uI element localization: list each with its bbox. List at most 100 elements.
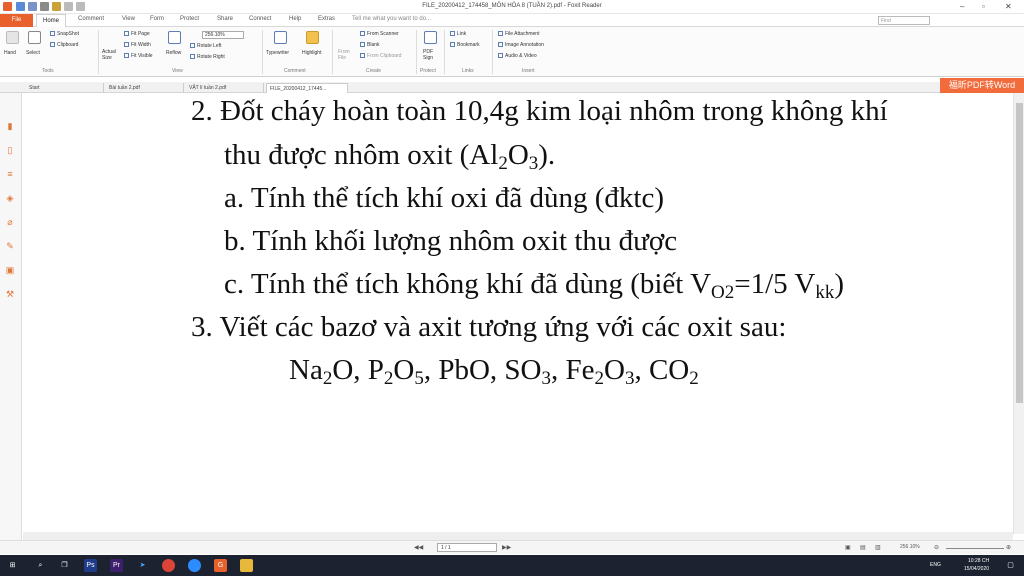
tab-comment[interactable]: Comment bbox=[78, 16, 104, 22]
pages-panel-icon[interactable]: ▯ bbox=[5, 145, 15, 155]
chrome-icon[interactable] bbox=[162, 559, 175, 572]
tell-me-search[interactable]: Tell me what you want to do... bbox=[352, 16, 431, 22]
pdf-to-word-button[interactable]: 福昕PDF转Word bbox=[940, 78, 1024, 93]
security-panel-icon[interactable]: ▣ bbox=[5, 265, 15, 275]
rotate-left-button[interactable]: Rotate Left bbox=[190, 43, 221, 49]
from-file-button[interactable]: From File bbox=[338, 49, 352, 61]
fit-width-button[interactable]: Fit Width bbox=[124, 42, 151, 48]
tab-extras[interactable]: Extras bbox=[318, 16, 335, 22]
zoom-app-icon[interactable] bbox=[188, 559, 201, 572]
fit-page-button[interactable]: Fit Page bbox=[124, 31, 150, 37]
hand-button[interactable]: Hand bbox=[4, 50, 16, 56]
scroll-thumb[interactable] bbox=[1016, 103, 1023, 403]
windows-start-icon[interactable]: ⊞ bbox=[6, 559, 19, 572]
search-icon[interactable]: ⌕ bbox=[34, 559, 47, 572]
minimize-icon[interactable]: – bbox=[960, 2, 964, 11]
pdf-sign-button[interactable]: PDF Sign bbox=[423, 49, 437, 61]
layers-panel-icon[interactable]: ◈ bbox=[5, 193, 15, 203]
bookmark-panel-icon[interactable]: ▮ bbox=[5, 121, 15, 131]
scanner-icon bbox=[360, 31, 365, 37]
clipboard-icon bbox=[50, 42, 55, 48]
page-number-input[interactable]: 1 / 1 bbox=[437, 543, 497, 552]
continuous-page-icon[interactable]: ▤ bbox=[860, 544, 866, 551]
fit-visible-button[interactable]: Fit Visible bbox=[124, 53, 153, 59]
rotate-left-label: Rotate Left bbox=[197, 43, 222, 49]
single-page-icon[interactable]: ▣ bbox=[845, 544, 851, 551]
image-annotation-button[interactable]: Image Annotation bbox=[498, 42, 544, 48]
tab-home[interactable]: Home bbox=[36, 14, 66, 27]
tab-share[interactable]: Share bbox=[217, 16, 233, 22]
tab-connect[interactable]: Connect bbox=[249, 16, 271, 22]
bookmark-button[interactable]: Bookmark bbox=[450, 42, 480, 48]
tab-document[interactable]: Bài tuần 2.pdf bbox=[106, 83, 184, 93]
file-attachment-button[interactable]: File Attachment bbox=[498, 31, 539, 37]
question-2c: c. Tính thể tích không khí đã dùng (biết… bbox=[224, 268, 845, 303]
actual-size-button[interactable]: Actual Size bbox=[102, 49, 118, 61]
file-explorer-icon[interactable] bbox=[240, 559, 253, 572]
task-view-icon[interactable]: ❐ bbox=[58, 559, 71, 572]
group-comment: Comment bbox=[284, 68, 306, 74]
highlight-button[interactable]: Highlight bbox=[302, 50, 321, 56]
tab-start[interactable]: Start bbox=[26, 83, 104, 93]
question-2-continued: thu được nhôm oxit (Al2O3). bbox=[224, 139, 556, 174]
maximize-icon[interactable]: ▫ bbox=[982, 2, 985, 11]
reflow-button[interactable]: Reflow bbox=[166, 50, 181, 56]
zoom-slider[interactable] bbox=[946, 548, 1004, 549]
tools-panel-icon[interactable]: ⚒ bbox=[5, 289, 15, 299]
first-page-icon[interactable]: ◀◀ bbox=[414, 544, 423, 551]
clock-date[interactable]: 15/04/2020 bbox=[964, 566, 989, 572]
zoom-select[interactable]: 256.10% bbox=[202, 31, 244, 39]
from-scanner-label: From Scanner bbox=[367, 31, 399, 37]
blank-page-icon bbox=[360, 42, 365, 48]
find-input[interactable]: Find bbox=[878, 16, 930, 25]
group-tools: Tools bbox=[42, 68, 54, 74]
comments-panel-icon[interactable]: ≡ bbox=[5, 169, 15, 179]
bookmark-icon bbox=[450, 42, 455, 48]
snapshot-button[interactable]: SnapShot bbox=[50, 31, 79, 37]
video-icon bbox=[498, 53, 503, 59]
zoom-in-icon[interactable]: ⊕ bbox=[1006, 544, 1011, 551]
app-arrow-icon[interactable]: ➤ bbox=[136, 559, 149, 572]
tab-view[interactable]: View bbox=[122, 16, 135, 22]
clipboard-button[interactable]: Clipboard bbox=[50, 42, 78, 48]
group-links: Links bbox=[462, 68, 474, 74]
tab-document[interactable]: VẬT lí tuần 2.pdf bbox=[186, 83, 264, 93]
clock-time[interactable]: 10:28 CH bbox=[968, 558, 989, 564]
tab-protect[interactable]: Protect bbox=[180, 16, 199, 22]
window-title: FILE_20200412_174458_MÔN HÓA 8 (TUẦN 2).… bbox=[422, 3, 602, 9]
question-2: 2. Đốt cháy hoàn toàn 10,4g kim loại nhô… bbox=[191, 95, 888, 127]
facing-page-icon[interactable]: ▥ bbox=[875, 544, 881, 551]
audio-video-button[interactable]: Audio & Video bbox=[498, 53, 537, 59]
image-icon bbox=[498, 42, 503, 48]
photoshop-icon[interactable]: Ps bbox=[84, 559, 97, 572]
from-clipboard-button[interactable]: From Clipboard bbox=[360, 53, 401, 59]
reflow-icon bbox=[168, 31, 181, 44]
pen-sign-icon bbox=[424, 31, 437, 44]
link-button[interactable]: Link bbox=[450, 31, 466, 37]
premiere-icon[interactable]: Pr bbox=[110, 559, 123, 572]
notification-icon[interactable]: ▢ bbox=[1004, 559, 1017, 572]
language-indicator[interactable]: ENG bbox=[930, 562, 941, 568]
tab-file[interactable]: File bbox=[0, 14, 33, 27]
last-page-icon[interactable]: ▶▶ bbox=[502, 544, 511, 551]
highlight-icon bbox=[306, 31, 319, 44]
close-icon[interactable]: ✕ bbox=[1005, 2, 1012, 11]
clipboard-icon bbox=[360, 53, 365, 59]
tab-active-document[interactable]: FILE_20200412_17445... bbox=[266, 83, 348, 93]
zoom-out-icon[interactable]: ⊖ bbox=[934, 544, 939, 551]
tab-help[interactable]: Help bbox=[289, 16, 301, 22]
horizontal-scrollbar[interactable] bbox=[23, 532, 1013, 540]
divider bbox=[332, 30, 333, 74]
blank-button[interactable]: Blank bbox=[360, 42, 380, 48]
typewriter-button[interactable]: Typewriter bbox=[266, 50, 289, 56]
attachments-panel-icon[interactable]: ⌀ bbox=[5, 217, 15, 227]
select-button[interactable]: Select bbox=[26, 50, 40, 56]
rotate-right-button[interactable]: Rotate Right bbox=[190, 54, 225, 60]
tab-form[interactable]: Form bbox=[150, 16, 164, 22]
foxit-reader-icon[interactable]: G bbox=[214, 559, 227, 572]
vertical-scrollbar[interactable] bbox=[1013, 93, 1024, 534]
typewriter-icon bbox=[274, 31, 287, 44]
from-scanner-button[interactable]: From Scanner bbox=[360, 31, 399, 37]
signature-panel-icon[interactable]: ✎ bbox=[5, 241, 15, 251]
file-attachment-label: File Attachment bbox=[505, 31, 540, 37]
